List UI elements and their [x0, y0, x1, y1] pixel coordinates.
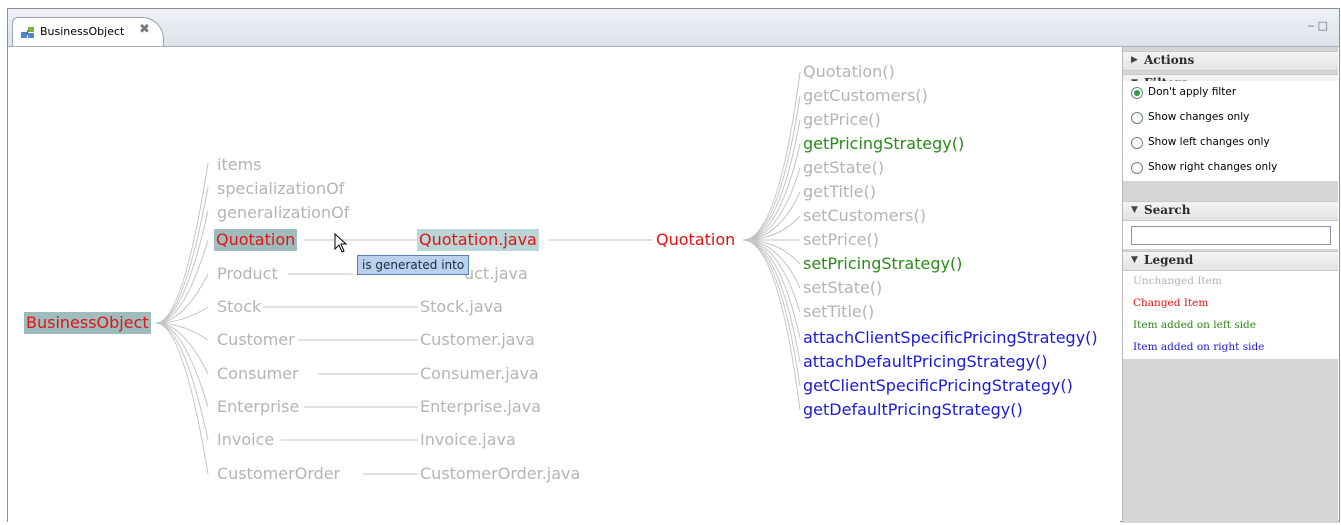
maximize-icon[interactable]: □ — [1318, 19, 1331, 32]
section-title: Legend — [1144, 253, 1194, 267]
graph-edges — [155, 71, 801, 475]
graph-canvas[interactable]: BusinessObject items specializationOf ge… — [8, 47, 1120, 523]
chevron-down-icon: ▼ — [1131, 205, 1138, 215]
graph-node-method[interactable]: setPrice() — [803, 229, 879, 251]
graph-node[interactable]: uct.java — [464, 263, 528, 285]
section-title: Actions — [1144, 53, 1195, 67]
graph-node-method[interactable]: getClientSpecificPricingStrategy() — [803, 375, 1073, 397]
graph-node-selected[interactable]: Quotation.java — [417, 229, 539, 251]
graph-node-method[interactable]: getPrice() — [803, 109, 881, 131]
side-panel: ▶ Actions ▼ Filters Don't apply filter S… — [1122, 47, 1338, 523]
editor-window: BusinessObject ✖ ‒□ BusinessObject items… — [7, 8, 1340, 523]
radio-label[interactable]: Don't apply filter — [1148, 86, 1236, 98]
graph-node-class[interactable]: Quotation — [656, 229, 735, 251]
graph-node[interactable]: generalizationOf — [217, 202, 349, 224]
graph-node-method[interactable]: setPricingStrategy() — [803, 253, 962, 275]
search-section-header[interactable]: ▼ Search — [1123, 201, 1338, 221]
graph-node[interactable]: Consumer.java — [420, 363, 539, 385]
graph-node-method[interactable]: getCustomers() — [803, 85, 928, 107]
graph-node-selected[interactable]: Quotation — [214, 229, 298, 251]
graph-node-method[interactable]: getState() — [803, 157, 884, 179]
legend-panel: Unchanged Item Changed Item Item added o… — [1123, 271, 1338, 359]
radio-icon[interactable] — [1131, 112, 1143, 124]
radio-icon[interactable] — [1131, 162, 1143, 174]
actions-section-header[interactable]: ▶ Actions — [1123, 51, 1338, 71]
radio-label[interactable]: Show changes only — [1148, 111, 1249, 123]
window-controls: ‒□ — [1308, 19, 1331, 32]
graph-node-method[interactable]: getPricingStrategy() — [803, 133, 964, 155]
chevron-down-icon: ▼ — [1131, 255, 1138, 265]
radio-selected-icon[interactable] — [1131, 87, 1143, 99]
graph-node-method[interactable]: attachDefaultPricingStrategy() — [803, 351, 1048, 373]
radio-label[interactable]: Show right changes only — [1148, 161, 1277, 173]
chevron-right-icon: ▶ — [1131, 55, 1138, 65]
graph-node[interactable]: CustomerOrder — [217, 463, 340, 485]
graph-node[interactable]: Product — [217, 263, 278, 285]
tab-businessobject[interactable]: BusinessObject ✖ — [12, 17, 164, 46]
graph-node[interactable]: Stock — [217, 296, 261, 318]
graph-node[interactable]: Invoice.java — [420, 429, 516, 451]
graph-node-root[interactable]: BusinessObject — [24, 312, 151, 334]
graph-node[interactable]: Invoice — [217, 429, 274, 451]
graph-node-method[interactable]: setTitle() — [803, 301, 874, 323]
search-input[interactable] — [1131, 226, 1331, 245]
tab-bar: BusinessObject ✖ ‒□ — [8, 9, 1339, 47]
filters-panel: Don't apply filter Show changes only Sho… — [1123, 81, 1338, 181]
minimize-icon[interactable]: ‒ — [1308, 19, 1318, 32]
close-icon[interactable]: ✖ — [139, 22, 150, 37]
mouse-cursor-icon — [334, 233, 348, 253]
radio-icon[interactable] — [1131, 137, 1143, 149]
graph-node[interactable]: Enterprise — [217, 396, 299, 418]
graph-node-method[interactable]: setCustomers() — [803, 205, 926, 227]
search-panel — [1123, 221, 1338, 249]
graph-node-method[interactable]: Quotation() — [803, 61, 895, 83]
graph-node[interactable]: Enterprise.java — [420, 396, 541, 418]
legend-item-changed: Changed Item — [1133, 297, 1209, 309]
graph-node[interactable]: Stock.java — [420, 296, 503, 318]
legend-item-added-right: Item added on right side — [1133, 341, 1265, 353]
graph-node-method[interactable]: getDefaultPricingStrategy() — [803, 399, 1023, 421]
graph-node[interactable]: items — [217, 154, 261, 176]
class-diagram-icon — [21, 27, 34, 38]
graph-node[interactable]: Customer — [217, 329, 295, 351]
graph-node[interactable]: Customer.java — [420, 329, 535, 351]
graph-node-method[interactable]: setState() — [803, 277, 882, 299]
legend-item-added-left: Item added on left side — [1133, 319, 1256, 331]
legend-item-unchanged: Unchanged Item — [1133, 275, 1222, 287]
edge-tooltip: is generated into — [357, 255, 470, 275]
section-title: Search — [1144, 203, 1191, 217]
graph-node-method[interactable]: attachClientSpecificPricingStrategy() — [803, 327, 1098, 349]
graph-node-method[interactable]: getTitle() — [803, 181, 876, 203]
graph-node[interactable]: Consumer — [217, 363, 299, 385]
legend-section-header[interactable]: ▼ Legend — [1123, 251, 1338, 271]
radio-label[interactable]: Show left changes only — [1148, 136, 1270, 148]
graph-node[interactable]: CustomerOrder.java — [420, 463, 580, 485]
graph-node[interactable]: specializationOf — [217, 178, 344, 200]
tab-title: BusinessObject — [40, 25, 125, 38]
